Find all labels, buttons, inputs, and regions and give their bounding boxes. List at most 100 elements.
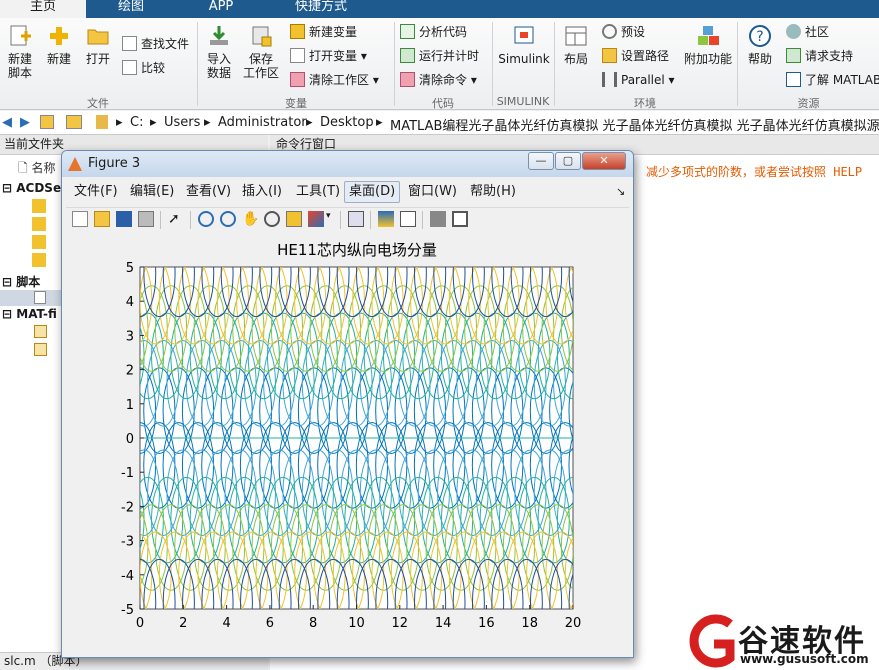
request-support-button[interactable]: 请求支持 xyxy=(786,46,853,66)
chevron-down-icon: ▾ xyxy=(369,73,379,87)
pointer-icon[interactable]: ➚ xyxy=(168,211,184,227)
mat-file-icon[interactable] xyxy=(34,325,47,338)
matlab-logo-icon xyxy=(68,157,82,171)
ribbon-separator xyxy=(394,22,395,106)
tab-home[interactable]: 主页 xyxy=(0,0,86,18)
add-ons-icon xyxy=(695,24,721,48)
breadcrumb-users[interactable]: Users xyxy=(164,115,200,130)
figure-title-bar[interactable]: Figure 3 — ▢ ✕ xyxy=(62,151,633,177)
menu-file[interactable]: 文件(F) xyxy=(70,181,122,203)
tree-group-mat-files[interactable]: ⊟ MAT-fi xyxy=(2,307,57,321)
close-button[interactable]: ✕ xyxy=(582,152,626,170)
zoom-out-icon[interactable] xyxy=(220,211,236,227)
pan-icon[interactable]: ✋ xyxy=(242,211,259,227)
breadcrumb-drive[interactable]: C: xyxy=(130,115,143,130)
breadcrumb-folder[interactable]: MATLAB编程光子晶体光纤仿真模拟 光子晶体光纤仿真模拟 光子晶体光纤仿真模拟… xyxy=(390,115,879,134)
breadcrumb-administrator[interactable]: Administrator xyxy=(218,115,307,130)
open-button[interactable]: 打开 xyxy=(82,24,114,66)
learn-matlab-button[interactable]: 了解 MATLAB xyxy=(786,70,879,90)
x-tick-label: 16 xyxy=(478,616,495,631)
breadcrumb-desktop[interactable]: Desktop xyxy=(320,115,374,130)
clear-workspace-button[interactable]: 清除工作区 ▾ xyxy=(290,70,379,90)
open-file-icon[interactable] xyxy=(94,211,110,227)
menu-help[interactable]: 帮助(H) xyxy=(466,181,520,203)
analyze-code-button[interactable]: 分析代码 xyxy=(400,22,467,42)
tab-apps[interactable]: APP xyxy=(176,0,266,18)
find-files-icon xyxy=(122,36,137,51)
tab-shortcuts[interactable]: 快捷方式 xyxy=(266,0,376,18)
image-file-icon[interactable] xyxy=(32,235,46,249)
x-tick-label: 12 xyxy=(392,616,409,631)
community-button[interactable]: 社区 xyxy=(786,22,829,42)
parallel-button[interactable]: Parallel ▾ xyxy=(602,70,675,90)
brand-logo-icon xyxy=(689,614,735,668)
link-plot-icon[interactable] xyxy=(348,211,364,227)
community-icon xyxy=(786,24,801,39)
x-tick-label: 6 xyxy=(266,616,274,631)
menu-view[interactable]: 查看(V) xyxy=(182,181,235,203)
chart-figure[interactable]: HE11芯内纵向电场分量 0 2 4 6 8 10 12 14 16 18 20 -5-4-3-2-… xyxy=(62,235,633,655)
support-icon xyxy=(786,48,801,63)
tree-group-scripts[interactable]: ⊟ 脚本 xyxy=(2,273,40,290)
menu-window[interactable]: 窗口(W) xyxy=(404,181,461,203)
minimize-button[interactable]: — xyxy=(528,152,554,170)
legend-icon[interactable] xyxy=(400,211,416,227)
menu-insert[interactable]: 插入(I) xyxy=(238,181,286,203)
colorbar-icon[interactable] xyxy=(378,211,394,227)
maximize-button[interactable]: ▢ xyxy=(555,152,581,170)
menu-edit[interactable]: 编辑(E) xyxy=(126,181,178,203)
file-icon: 🗋 xyxy=(18,161,28,175)
save-workspace-button[interactable]: 保存 工作区 xyxy=(242,24,280,80)
ribbon-separator xyxy=(554,22,555,106)
import-data-button[interactable]: 导入 数据 xyxy=(202,24,236,80)
compare-button[interactable]: 比较 xyxy=(122,58,165,78)
image-file-icon[interactable] xyxy=(32,199,46,213)
dock-arrow-icon[interactable]: ↘ xyxy=(612,181,629,203)
tab-plots[interactable]: 绘图 xyxy=(96,0,166,18)
collapse-icon: ⊟ xyxy=(2,275,13,289)
print-icon[interactable] xyxy=(138,211,154,227)
preferences-button[interactable]: 预设 xyxy=(602,22,645,42)
help-button[interactable]: ? 帮助 xyxy=(742,24,778,66)
clear-commands-button[interactable]: 清除命令 ▾ xyxy=(400,70,477,90)
name-column-header[interactable]: 🗋 名称 xyxy=(18,159,56,180)
image-file-icon[interactable] xyxy=(32,253,46,267)
up-folder-icon[interactable] xyxy=(40,115,54,129)
new-figure-icon[interactable] xyxy=(72,211,88,227)
mat-file-icon[interactable] xyxy=(34,343,47,356)
back-arrow-icon[interactable]: ◀ xyxy=(2,115,12,130)
new-variable-icon xyxy=(290,24,305,39)
run-and-time-button[interactable]: 运行并计时 xyxy=(400,46,479,66)
show-tools-icon[interactable] xyxy=(452,211,468,227)
open-variable-button[interactable]: 打开变量 ▾ xyxy=(290,46,367,66)
figure-window[interactable]: Figure 3 — ▢ ✕ 文件(F) 编辑(E) 查看(V) 插入(I) 工… xyxy=(61,150,634,658)
menu-desktop[interactable]: 桌面(D) xyxy=(344,181,401,203)
tree-group-acdsee[interactable]: ⊟ ACDSee xyxy=(2,181,69,195)
compare-icon xyxy=(122,60,137,75)
data-cursor-icon[interactable] xyxy=(286,211,302,227)
open-variable-icon xyxy=(290,48,305,63)
brush-icon[interactable] xyxy=(308,211,324,227)
menu-tools[interactable]: 工具(T) xyxy=(292,181,344,203)
simulink-icon xyxy=(511,24,537,48)
file-group-label: 文件 xyxy=(87,97,109,110)
chevron-down-icon[interactable]: ▾ xyxy=(326,211,334,227)
zoom-in-icon[interactable] xyxy=(198,211,214,227)
forward-arrow-icon[interactable]: ▶ xyxy=(20,115,30,130)
browse-folder-icon[interactable] xyxy=(66,115,82,129)
hide-tools-icon[interactable] xyxy=(430,211,446,227)
find-files-button[interactable]: 查找文件 xyxy=(122,34,189,54)
simulink-button[interactable]: Simulink xyxy=(498,24,550,66)
layout-button[interactable]: 布局 xyxy=(560,24,592,66)
add-ons-button[interactable]: 附加功能 xyxy=(684,24,732,66)
rotate-icon[interactable] xyxy=(264,211,280,227)
resources-group-label: 资源 xyxy=(797,97,820,110)
image-file-icon[interactable] xyxy=(32,217,46,231)
new-button[interactable]: 新建 xyxy=(42,24,76,66)
new-script-button[interactable]: 新建 脚本 xyxy=(4,24,36,80)
chevron-down-icon: ▾ xyxy=(664,73,675,87)
set-path-button[interactable]: 设置路径 xyxy=(602,46,669,66)
save-workspace-icon xyxy=(248,24,274,48)
save-icon[interactable] xyxy=(116,211,132,227)
new-variable-button[interactable]: 新建变量 xyxy=(290,22,357,42)
